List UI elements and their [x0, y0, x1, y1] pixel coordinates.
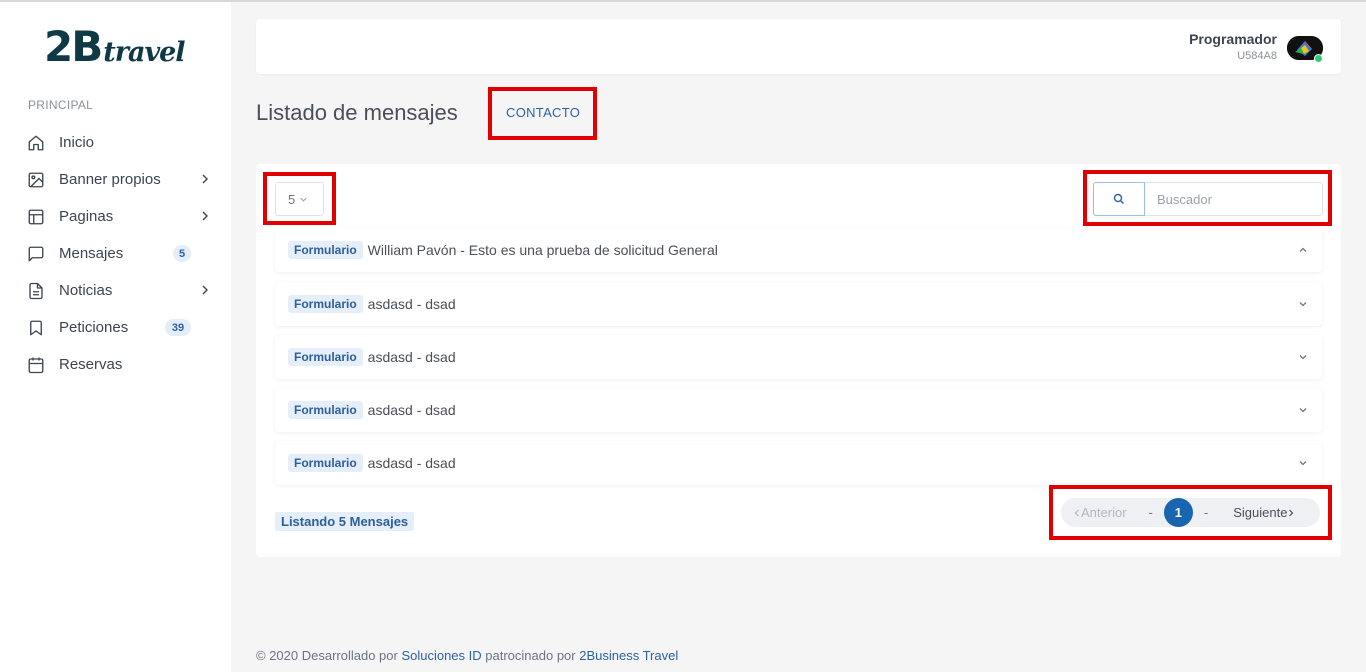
highlight-box-page-size [263, 172, 336, 225]
chevron-down-icon[interactable] [1298, 405, 1308, 415]
sponsor-link[interactable]: 2Business Travel [579, 648, 678, 663]
chevron-down-icon[interactable] [1298, 352, 1308, 362]
highlight-box-search [1083, 170, 1332, 226]
chevron-right-icon [202, 174, 208, 184]
online-status-dot [1314, 54, 1323, 63]
sidebar-item-noticias[interactable]: Noticias [0, 272, 231, 309]
sidebar-item-mensajes[interactable]: Mensajes 5 [0, 235, 231, 272]
sidebar-section-label: PRINCIPAL [28, 98, 94, 112]
message-item[interactable]: Formulario William Pavón - Esto es una p… [275, 228, 1322, 272]
sidebar-item-label: Peticiones [59, 319, 129, 336]
message-item[interactable]: Formulario asdasd - dsad [275, 335, 1322, 379]
chevron-down-icon[interactable] [1298, 299, 1308, 309]
footer-middle: patrocinado por [481, 648, 580, 663]
message-item[interactable]: Formulario asdasd - dsad [275, 388, 1322, 432]
calendar-icon [27, 356, 45, 374]
message-tag: Formulario [288, 454, 363, 472]
user-code: U584A8 [1237, 50, 1277, 62]
sidebar-item-peticiones[interactable]: Peticiones 39 [0, 309, 231, 346]
developer-link[interactable]: Soluciones ID [401, 648, 481, 663]
message-icon [27, 245, 45, 263]
footer: © 2020 Desarrollado por Soluciones ID pa… [256, 648, 678, 663]
mensajes-count-badge: 5 [173, 245, 191, 262]
chevron-down-icon[interactable] [1298, 458, 1308, 468]
logo-wordmark: travel [103, 37, 185, 68]
brand-logo[interactable]: 2B travel [44, 22, 186, 71]
highlight-box-pagination [1049, 485, 1332, 540]
peticiones-count-badge: 39 [165, 319, 191, 336]
user-name[interactable]: Programador [1189, 31, 1277, 47]
chevron-right-icon [202, 285, 208, 295]
layout-icon [27, 208, 45, 226]
message-subject: asdasd - dsad [367, 296, 456, 312]
document-icon [27, 282, 45, 300]
message-tag: Formulario [288, 241, 363, 259]
sidebar-item-banner-propios[interactable]: Banner propios [0, 161, 231, 198]
bookmark-icon [27, 319, 45, 337]
message-item[interactable]: Formulario asdasd - dsad [275, 282, 1322, 326]
sidebar-item-paginas[interactable]: Paginas [0, 198, 231, 235]
home-icon [27, 134, 45, 152]
footer-prefix: © 2020 Desarrollado por [256, 648, 402, 663]
contact-link[interactable]: CONTACTO [506, 105, 580, 120]
logo-mark: 2B [44, 22, 103, 71]
sidebar-nav: Inicio Banner propios Paginas Mensajes 5 [0, 124, 231, 383]
message-subject: William Pavón - Esto es una prueba de so… [367, 242, 718, 258]
sidebar-item-inicio[interactable]: Inicio [0, 124, 231, 161]
top-header: Programador U584A8 [256, 19, 1341, 74]
sidebar-item-label: Paginas [59, 208, 114, 225]
sidebar-item-reservas[interactable]: Reservas [0, 346, 231, 383]
message-subject: asdasd - dsad [367, 455, 456, 471]
chevron-right-icon [202, 211, 208, 221]
message-subject: asdasd - dsad [367, 349, 456, 365]
sidebar-item-label: Inicio [59, 134, 95, 151]
message-item[interactable]: Formulario asdasd - dsad [275, 441, 1322, 485]
chevron-up-icon[interactable] [1298, 245, 1308, 255]
sidebar: 2B travel PRINCIPAL Inicio Banner propio… [0, 2, 231, 672]
message-subject: asdasd - dsad [367, 402, 456, 418]
sidebar-item-label: Noticias [59, 282, 113, 299]
page-title: Listado de mensajes [256, 100, 458, 125]
message-tag: Formulario [288, 295, 363, 313]
message-tag: Formulario [288, 401, 363, 419]
image-icon [27, 171, 45, 189]
message-tag: Formulario [288, 348, 363, 366]
sidebar-item-label: Reservas [59, 356, 123, 373]
sidebar-item-label: Banner propios [59, 171, 161, 188]
listing-count-badge: Listando 5 Mensajes [275, 512, 415, 531]
sidebar-item-label: Mensajes [59, 245, 124, 262]
